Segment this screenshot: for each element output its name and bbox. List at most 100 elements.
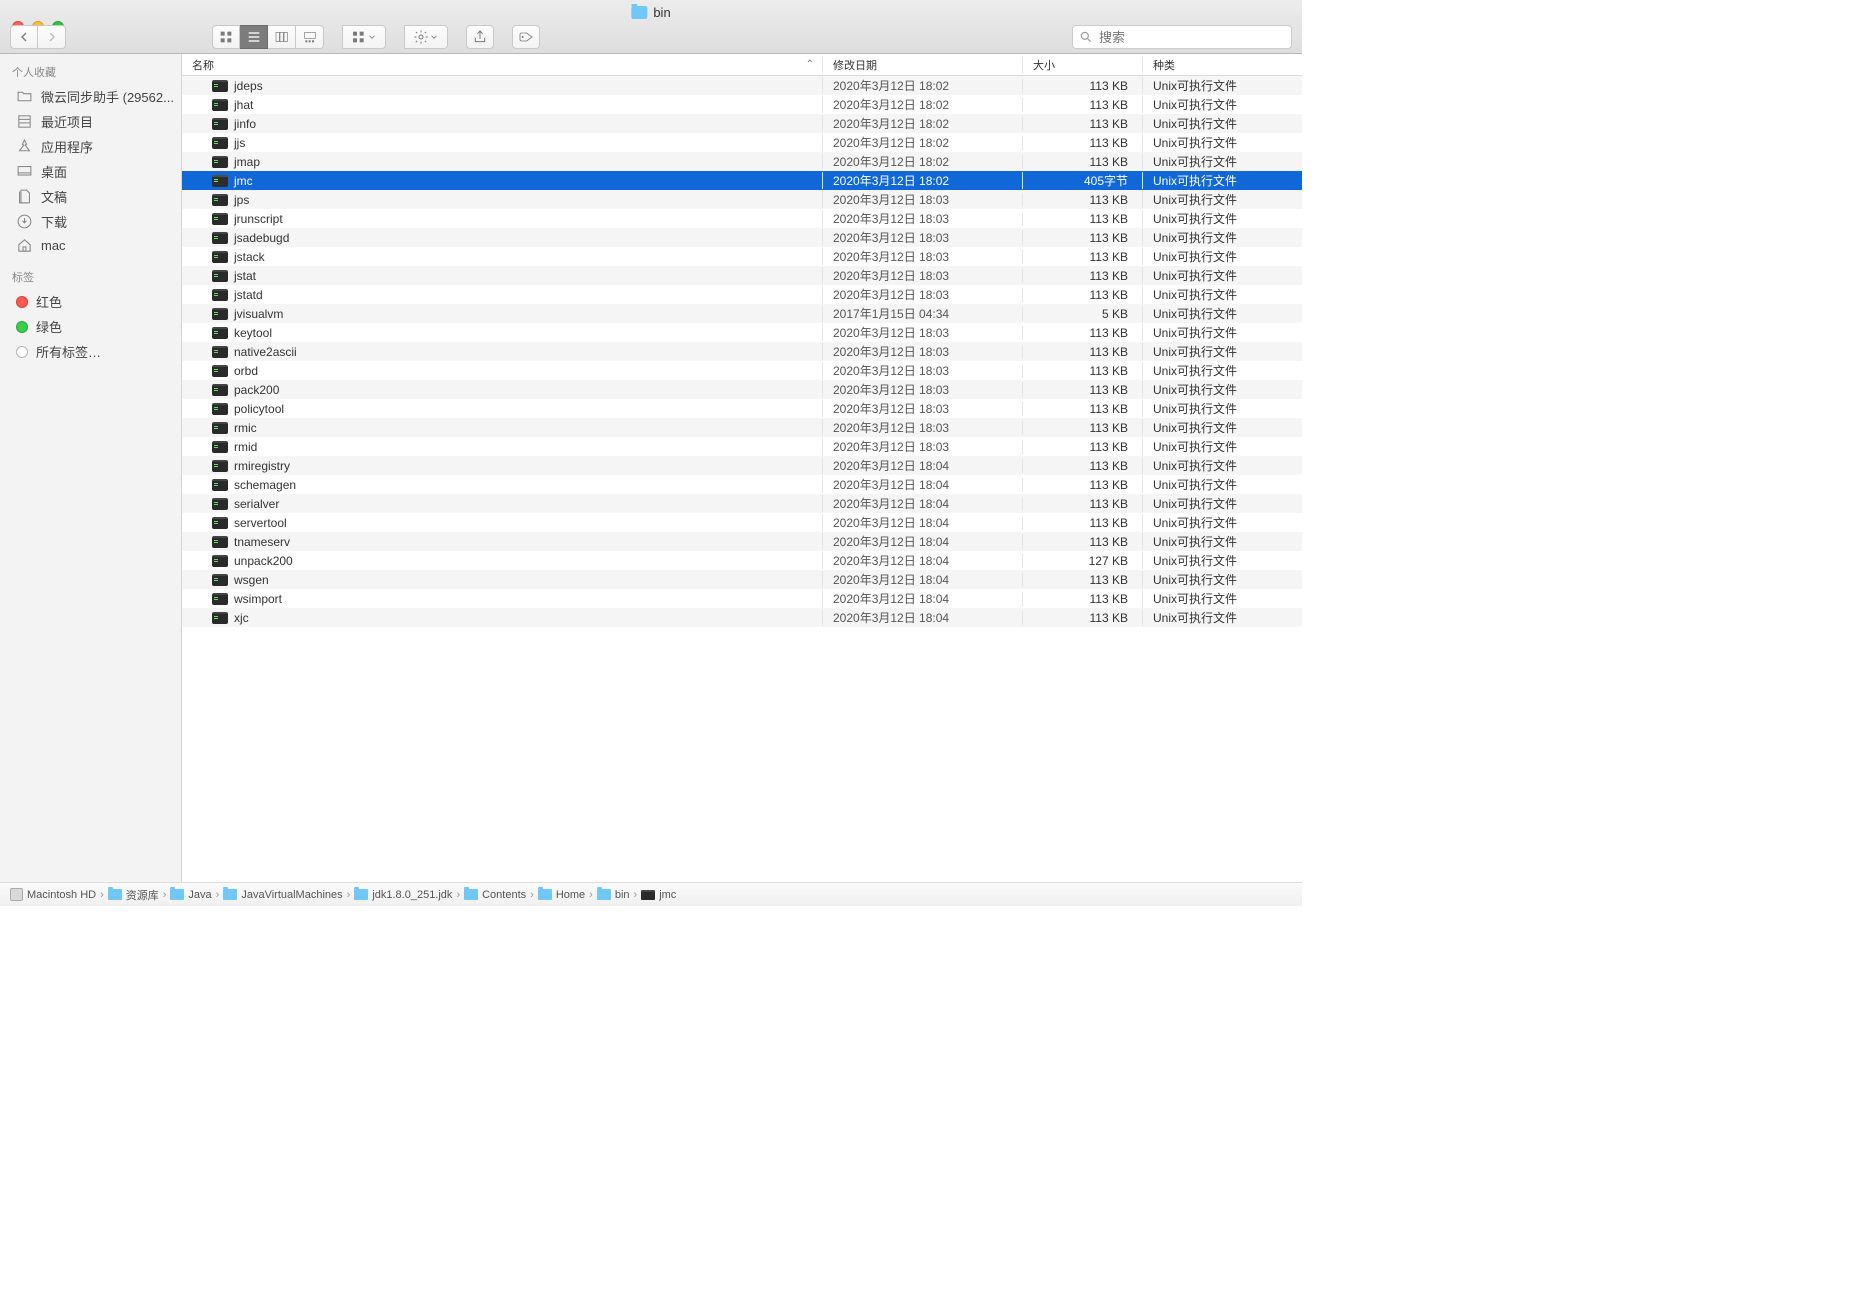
column-header-date[interactable]: 修改日期 [822,57,1022,73]
sidebar-item-label: 最近项目 [41,112,93,131]
file-row[interactable]: xjc2020年3月12日 18:04113 KBUnix可执行文件 [182,608,1302,627]
sidebar-item-label: mac [41,238,66,253]
exec-icon [212,422,228,434]
file-list[interactable]: jdeps2020年3月12日 18:02113 KBUnix可执行文件jhat… [182,76,1302,882]
column-view-button[interactable] [268,25,296,49]
gallery-view-button[interactable] [296,25,324,49]
path-separator-icon: › [456,889,460,901]
path-item[interactable]: bin [597,889,630,901]
search-field[interactable] [1072,25,1292,49]
column-header-kind[interactable]: 种类 [1142,57,1302,73]
column-header-name[interactable]: 名称 ⌃ [182,57,822,73]
file-kind-label: Unix可执行文件 [1142,476,1302,493]
path-item[interactable]: Java [170,889,211,901]
file-size-label: 113 KB [1022,440,1142,454]
path-item[interactable]: Home [538,889,585,901]
file-row[interactable]: wsimport2020年3月12日 18:04113 KBUnix可执行文件 [182,589,1302,608]
folder-icon [631,6,647,19]
column-header-size[interactable]: 大小 [1022,57,1142,73]
share-button[interactable] [466,25,494,49]
sidebar-item-desktop[interactable]: 桌面 [0,159,181,184]
sidebar-section-tags: 标签 [0,265,181,289]
file-date-label: 2020年3月12日 18:03 [822,286,1022,303]
chevron-right-icon [44,29,60,45]
file-row[interactable]: jps2020年3月12日 18:03113 KBUnix可执行文件 [182,190,1302,209]
action-button[interactable] [404,25,448,49]
file-row[interactable]: jstatd2020年3月12日 18:03113 KBUnix可执行文件 [182,285,1302,304]
file-row[interactable]: rmid2020年3月12日 18:03113 KBUnix可执行文件 [182,437,1302,456]
file-date-label: 2020年3月12日 18:04 [822,476,1022,493]
file-row[interactable]: jhat2020年3月12日 18:02113 KBUnix可执行文件 [182,95,1302,114]
sidebar-item-documents[interactable]: 文稿 [0,184,181,209]
file-row[interactable]: jvisualvm2017年1月15日 04:345 KBUnix可执行文件 [182,304,1302,323]
file-row[interactable]: jsadebugd2020年3月12日 18:03113 KBUnix可执行文件 [182,228,1302,247]
file-row[interactable]: pack2002020年3月12日 18:03113 KBUnix可执行文件 [182,380,1302,399]
grid-icon [218,29,234,45]
sidebar-item-label: 文稿 [41,187,67,206]
chevron-down-icon [429,29,439,45]
file-row[interactable]: jmap2020年3月12日 18:02113 KBUnix可执行文件 [182,152,1302,171]
apps-icon [16,138,33,155]
file-row[interactable]: jrunscript2020年3月12日 18:03113 KBUnix可执行文… [182,209,1302,228]
file-row[interactable]: jdeps2020年3月12日 18:02113 KBUnix可执行文件 [182,76,1302,95]
file-row[interactable]: jstack2020年3月12日 18:03113 KBUnix可执行文件 [182,247,1302,266]
sidebar-item-recent[interactable]: 最近项目 [0,109,181,134]
arrange-group [342,25,386,49]
path-item[interactable]: JavaVirtualMachines [223,889,342,901]
path-item[interactable]: jmc [641,889,676,901]
tag-button[interactable] [512,25,540,49]
path-item[interactable]: jdk1.8.0_251.jdk [354,889,452,901]
path-item[interactable]: 资源库 [108,887,159,903]
file-row[interactable]: rmiregistry2020年3月12日 18:04113 KBUnix可执行… [182,456,1302,475]
file-row[interactable]: tnameserv2020年3月12日 18:04113 KBUnix可执行文件 [182,532,1302,551]
sidebar-item-weiyun[interactable]: 微云同步助手 (29562... [0,84,181,109]
search-input[interactable] [1099,30,1285,45]
view-group [212,25,324,49]
path-bar: Macintosh HD›资源库›Java›JavaVirtualMachine… [0,882,1302,906]
chevron-down-icon [367,29,377,45]
file-date-label: 2017年1月15日 04:34 [822,305,1022,322]
file-row[interactable]: servertool2020年3月12日 18:04113 KBUnix可执行文… [182,513,1302,532]
sidebar-item-applications[interactable]: 应用程序 [0,134,181,159]
list-view-button[interactable] [240,25,268,49]
sidebar-item-home[interactable]: mac [0,234,181,257]
file-row[interactable]: unpack2002020年3月12日 18:04127 KBUnix可执行文件 [182,551,1302,570]
exec-icon [212,251,228,263]
sidebar-tag-red[interactable]: 红色 [0,289,181,314]
path-item[interactable]: Macintosh HD [10,888,96,901]
path-separator-icon: › [530,889,534,901]
file-content: 名称 ⌃ 修改日期 大小 种类 jdeps2020年3月12日 18:02113… [182,54,1302,882]
path-item[interactable]: Contents [464,889,526,901]
file-row[interactable]: native2ascii2020年3月12日 18:03113 KBUnix可执… [182,342,1302,361]
file-row[interactable]: orbd2020年3月12日 18:03113 KBUnix可执行文件 [182,361,1302,380]
downloads-icon [16,213,33,230]
file-row[interactable]: rmic2020年3月12日 18:03113 KBUnix可执行文件 [182,418,1302,437]
file-row[interactable]: jmc2020年3月12日 18:02405字节Unix可执行文件 [182,171,1302,190]
file-date-label: 2020年3月12日 18:04 [822,533,1022,550]
file-row[interactable]: jjs2020年3月12日 18:02113 KBUnix可执行文件 [182,133,1302,152]
file-row[interactable]: schemagen2020年3月12日 18:04113 KBUnix可执行文件 [182,475,1302,494]
sidebar-tag-green[interactable]: 绿色 [0,314,181,339]
file-row[interactable]: jstat2020年3月12日 18:03113 KBUnix可执行文件 [182,266,1302,285]
sidebar-item-downloads[interactable]: 下载 [0,209,181,234]
file-kind-label: Unix可执行文件 [1142,248,1302,265]
sidebar-item-label: 红色 [36,292,62,311]
folder-icon [16,88,33,105]
file-name-label: orbd [234,364,258,378]
file-name-label: jinfo [234,117,256,131]
path-item-label: jdk1.8.0_251.jdk [372,889,452,901]
file-row[interactable]: serialver2020年3月12日 18:04113 KBUnix可执行文件 [182,494,1302,513]
file-date-label: 2020年3月12日 18:03 [822,438,1022,455]
file-row[interactable]: policytool2020年3月12日 18:03113 KBUnix可执行文… [182,399,1302,418]
home-icon [16,237,33,254]
sidebar-tag-all[interactable]: 所有标签… [0,339,181,364]
file-name-label: wsimport [234,592,282,606]
folder-icon [223,889,237,900]
icon-view-button[interactable] [212,25,240,49]
file-row[interactable]: keytool2020年3月12日 18:03113 KBUnix可执行文件 [182,323,1302,342]
back-button[interactable] [10,25,38,49]
file-row[interactable]: jinfo2020年3月12日 18:02113 KBUnix可执行文件 [182,114,1302,133]
forward-button[interactable] [38,25,66,49]
file-row[interactable]: wsgen2020年3月12日 18:04113 KBUnix可执行文件 [182,570,1302,589]
arrange-button[interactable] [342,25,386,49]
